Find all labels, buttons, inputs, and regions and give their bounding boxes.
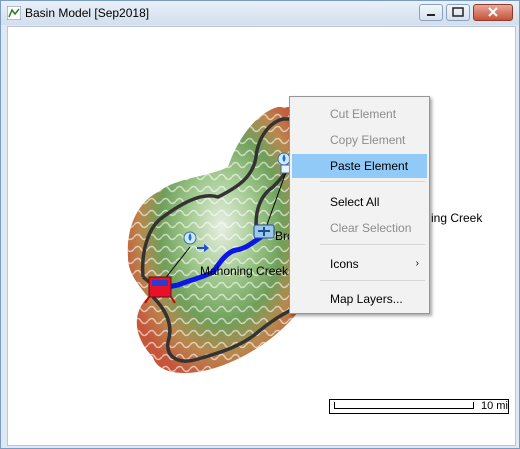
menu-item-cut-element[interactable]: Cut Element [292,102,427,126]
menu-separator [320,280,425,281]
menu-item-copy-element[interactable]: Copy Element [292,128,427,152]
menu-item-paste-element[interactable]: Paste Element [292,154,427,178]
title-bar[interactable]: Basin Model [Sep2018] [1,1,519,25]
junction-icon [253,224,275,239]
menu-item-map-layers[interactable]: Map Layers... [292,287,427,311]
basin-map [127,107,298,373]
context-menu: Cut Element Copy Element Paste Element S… [289,96,430,314]
menu-item-icons-label: Icons [330,257,359,271]
terrain-layer [127,107,298,373]
basin-model-window: Basin Model [Sep2018] Mahoning Creek Bro… [0,0,520,449]
menu-item-clear-selection[interactable]: Clear Selection [292,216,427,240]
maximize-icon [452,7,464,17]
menu-separator [320,244,425,245]
window-title: Basin Model [Sep2018] [25,6,150,20]
scale-bar-line [334,402,474,409]
scale-bar-label: 10 mi [481,400,508,412]
menu-item-icons[interactable]: Icons › [292,252,427,276]
basin-map-canvas[interactable]: Mahoning Creek Bro ing Creek 10 mi [7,26,516,446]
minimize-icon [427,14,435,16]
maximize-button[interactable] [446,4,470,21]
submenu-arrow-icon: › [415,258,419,269]
minimize-button[interactable] [419,4,443,21]
window-controls [419,4,513,21]
close-button[interactable] [473,4,513,21]
reach-label: Mahoning Creek [200,264,289,278]
menu-separator [320,181,425,182]
scale-bar: 10 mi [329,399,509,414]
app-icon [7,6,21,20]
close-icon [488,7,498,17]
menu-item-select-all[interactable]: Select All [292,190,427,214]
subbasin-label: ing Creek [431,211,483,225]
